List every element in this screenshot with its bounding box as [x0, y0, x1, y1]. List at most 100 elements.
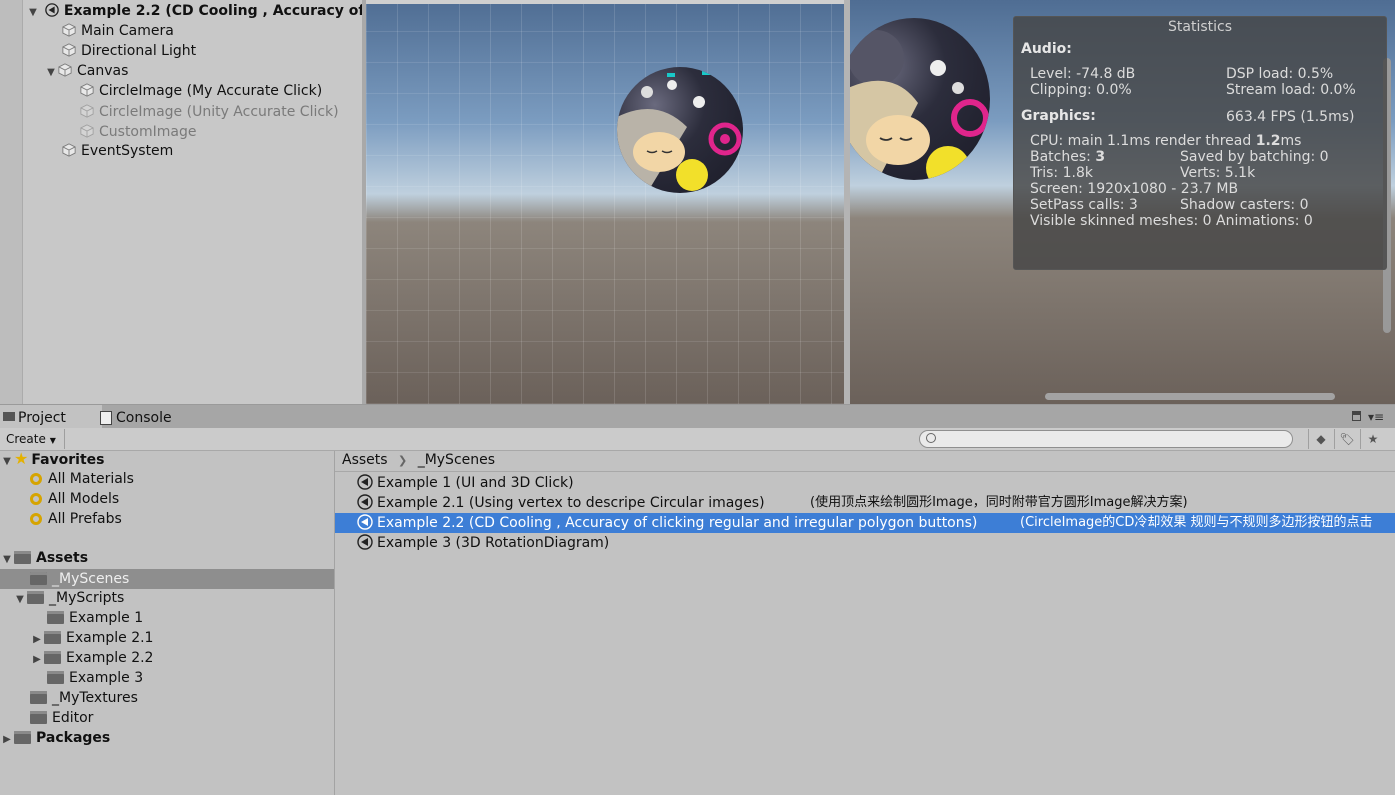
- tree-assets[interactable]: ▼ Assets: [0, 548, 88, 568]
- breadcrumb-current[interactable]: _MyScenes: [418, 452, 495, 468]
- file-name: Example 2.2 (CD Cooling , Accuracy of cl…: [377, 515, 978, 531]
- hierarchy-gutter: [0, 0, 23, 404]
- breadcrumb-assets[interactable]: Assets: [342, 452, 388, 468]
- tab-project[interactable]: Project: [0, 405, 102, 429]
- tree-favorites[interactable]: ▼ ★ Favorites: [0, 449, 105, 472]
- stream-load: Stream load: 0.0%: [1226, 82, 1356, 98]
- tris-readout: Tris: 1.8k: [1030, 165, 1093, 181]
- scene-toolbar-strip: [366, 0, 844, 4]
- cpu-unit: ms: [1280, 133, 1302, 149]
- scene-root-row[interactable]: ▼ Example 2.2 (CD Cooling , Accuracy of: [26, 1, 364, 21]
- tab-console[interactable]: Console: [98, 405, 216, 429]
- tree-label: All Prefabs: [48, 511, 122, 527]
- gameobject-cube-icon: [62, 23, 76, 37]
- tree-my-scripts[interactable]: ▼ _MyScripts: [13, 588, 124, 608]
- batches-readout: Batches: 3: [1030, 149, 1105, 165]
- hierarchy-item-circleimage-my[interactable]: CircleImage (My Accurate Click): [80, 81, 322, 101]
- expand-arrow-icon[interactable]: ▼: [26, 3, 40, 23]
- search-filter-icon: [30, 493, 42, 505]
- folder-icon: [14, 551, 31, 564]
- folder-icon: [44, 631, 61, 644]
- hierarchy-item-circleimage-unity[interactable]: CircleImage (Unity Accurate Click): [80, 102, 339, 122]
- tree-label: All Models: [48, 491, 120, 507]
- cpu-render-value: 1.2: [1255, 133, 1281, 149]
- hierarchy-item-directional-light[interactable]: Directional Light: [62, 41, 196, 61]
- tree-example-3[interactable]: Example 3: [47, 668, 143, 688]
- tree-all-materials[interactable]: All Materials: [30, 469, 134, 489]
- file-note: (CircleImage的CD冷却效果 规则与不规则多边形按钮的点击: [1020, 515, 1373, 530]
- scene-grid: [366, 0, 844, 404]
- create-button[interactable]: Create ▼: [0, 429, 65, 449]
- file-name: Example 3 (3D RotationDiagram): [377, 535, 610, 551]
- scene-circle-image[interactable]: [617, 67, 743, 193]
- file-row[interactable]: Example 1 (UI and 3D Click): [335, 473, 1395, 493]
- scene-view[interactable]: [366, 0, 844, 404]
- hierarchy-item-main-camera[interactable]: Main Camera: [62, 21, 174, 41]
- hierarchy-item-label: Canvas: [77, 63, 129, 79]
- file-row[interactable]: Example 2.1 (Using vertex to descripe Ci…: [335, 493, 1395, 513]
- search-input[interactable]: [919, 430, 1293, 448]
- tree-label: _MyTextures: [52, 690, 138, 706]
- panel-menu-icon[interactable]: ▾≡: [1368, 410, 1384, 424]
- hierarchy-item-eventsystem[interactable]: EventSystem: [62, 141, 173, 161]
- console-icon: [100, 411, 112, 425]
- tree-example-1[interactable]: Example 1: [47, 608, 143, 628]
- collapsed-arrow-icon[interactable]: ▶: [30, 650, 44, 670]
- expand-arrow-icon[interactable]: ▼: [0, 452, 14, 472]
- tree-packages[interactable]: ▶ Packages: [0, 728, 110, 748]
- tree-example-2-1[interactable]: ▶ Example 2.1: [30, 628, 153, 648]
- hierarchy-item-customimage[interactable]: CustomImage: [80, 122, 196, 142]
- folder-icon: [30, 711, 47, 724]
- tree-label: Favorites: [31, 452, 105, 468]
- hierarchy-item-label: CircleImage (My Accurate Click): [99, 83, 323, 99]
- screen-readout: Screen: 1920x1080 - 23.7 MB: [1030, 181, 1239, 197]
- audio-clipping: Clipping: 0.0%: [1030, 82, 1132, 98]
- project-file-list: Assets ❯ _MyScenes Example 1 (UI and 3D …: [335, 451, 1395, 795]
- lock-icon[interactable]: [1352, 411, 1361, 421]
- folder-icon: [27, 591, 44, 604]
- scene-title: Example 2.2 (CD Cooling , Accuracy of: [63, 3, 365, 19]
- folder-icon: [44, 651, 61, 664]
- shadow-casters-readout: Shadow casters: 0: [1180, 197, 1309, 213]
- tab-project-label: Project: [18, 410, 66, 426]
- collapsed-arrow-icon[interactable]: ▶: [30, 630, 44, 650]
- tree-label: Example 3: [69, 670, 144, 686]
- search-icon: [926, 433, 936, 443]
- filter-by-type-button[interactable]: ◆: [1308, 429, 1333, 449]
- audio-level: Level: -74.8 dB: [1030, 66, 1136, 82]
- expand-arrow-icon[interactable]: ▼: [13, 590, 27, 610]
- folder-icon: [47, 671, 64, 684]
- expand-arrow-icon[interactable]: ▼: [44, 63, 58, 83]
- chevron-down-icon: ▼: [49, 436, 56, 445]
- game-circle-image[interactable]: [850, 18, 990, 180]
- tree-label: _MyScripts: [49, 590, 125, 606]
- file-row[interactable]: Example 3 (3D RotationDiagram): [335, 533, 1395, 553]
- folder-icon: [30, 572, 47, 585]
- breadcrumb: Assets ❯ _MyScenes: [335, 451, 1395, 472]
- search-filter-icon: [30, 513, 42, 525]
- tree-label: Example 1: [69, 610, 144, 626]
- tree-example-2-2[interactable]: ▶ Example 2.2: [30, 648, 153, 668]
- cpu-readout: CPU: main 1.1ms render thread 1.2ms: [1030, 133, 1301, 149]
- tree-all-prefabs[interactable]: All Prefabs: [30, 509, 122, 529]
- folder-icon: [47, 611, 64, 624]
- expand-arrow-icon[interactable]: ▼: [0, 550, 14, 570]
- project-toolbar: Create ▼ ◆ 🏷 ★: [0, 428, 1395, 451]
- verts-readout: Verts: 5.1k: [1180, 165, 1256, 181]
- tree-editor[interactable]: Editor: [30, 708, 93, 728]
- hierarchy-item-canvas[interactable]: ▼ Canvas: [44, 61, 128, 81]
- statistics-title: Statistics: [1168, 19, 1232, 35]
- audio-header: Audio:: [1021, 41, 1072, 57]
- unity-scene-icon: [357, 474, 373, 490]
- character-artwork: [850, 30, 989, 180]
- saved-by-batching: Saved by batching: 0: [1180, 149, 1329, 165]
- collapsed-arrow-icon[interactable]: ▶: [0, 730, 14, 750]
- game-horizontal-scrollbar[interactable]: [1045, 393, 1335, 400]
- tree-label: _MyScenes: [52, 571, 130, 587]
- file-row-selected[interactable]: Example 2.2 (CD Cooling , Accuracy of cl…: [335, 513, 1395, 533]
- filter-by-label-button[interactable]: 🏷: [1334, 429, 1359, 449]
- tree-all-models[interactable]: All Models: [30, 489, 119, 509]
- tree-my-scenes[interactable]: _MyScenes: [30, 569, 129, 589]
- favorite-star-button[interactable]: ★: [1360, 429, 1385, 449]
- tree-my-textures[interactable]: _MyTextures: [30, 688, 138, 708]
